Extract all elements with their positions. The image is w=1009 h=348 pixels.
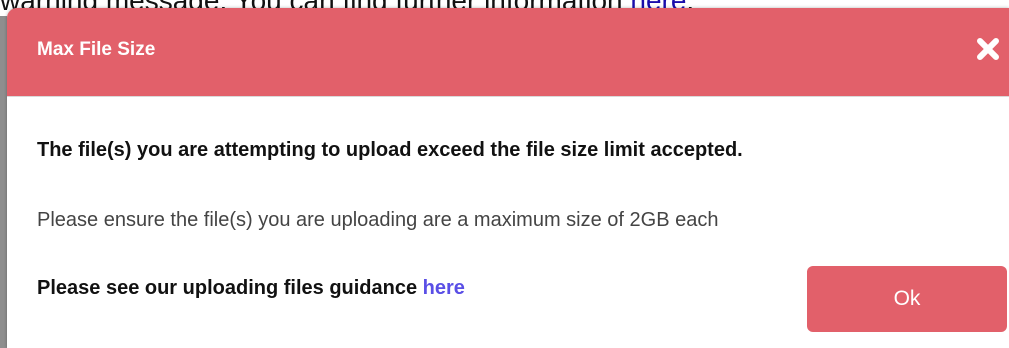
max-size-instruction: Please ensure the file(s) you are upload…	[37, 209, 719, 231]
guidance-text: Please see our uploading files guidance	[37, 277, 423, 299]
guidance-line: Please see our uploading files guidance …	[37, 276, 465, 300]
dialog-header: Max File Size	[7, 8, 1009, 97]
ok-button[interactable]: Ok	[807, 266, 1007, 332]
dialog-title: Max File Size	[37, 39, 156, 60]
close-icon[interactable]	[975, 36, 1001, 62]
max-file-size-dialog: Max File Size The file(s) you are attemp…	[7, 8, 1009, 348]
file-size-exceeded-message: The file(s) you are attempting to upload…	[37, 139, 743, 161]
guidance-link[interactable]: here	[423, 277, 465, 299]
